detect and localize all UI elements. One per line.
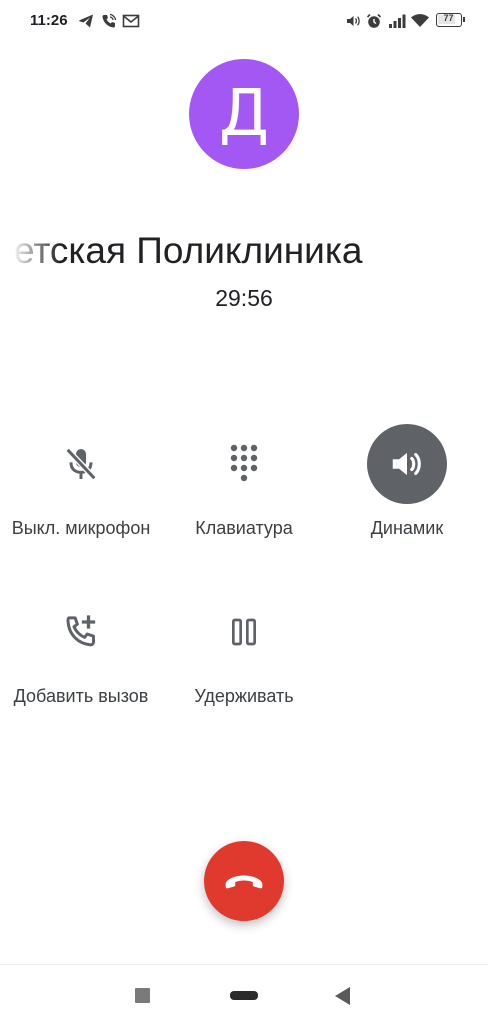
add-call-label: Добавить вызов [13, 686, 149, 706]
avatar-letter: Д [219, 77, 269, 151]
hold-icon-wrap[interactable] [204, 592, 284, 672]
speaker-icon-wrap[interactable] [367, 424, 447, 504]
contact-avatar: Д [189, 59, 299, 169]
speaker-icon [392, 452, 421, 476]
hang-up-icon [225, 875, 263, 889]
call-timer: 29:56 [215, 285, 273, 311]
mute-icon-wrap[interactable] [41, 424, 121, 504]
mute-button[interactable]: Выкл. микрофон [1, 424, 161, 554]
hold-label: Удерживать [194, 686, 294, 706]
mute-label: Выкл. микрофон [11, 518, 151, 538]
navigation-bar [0, 964, 488, 1024]
speaker-button[interactable]: Динамик [327, 424, 487, 554]
recents-button[interactable] [135, 988, 150, 1003]
telegram-icon [79, 14, 93, 28]
pause-icon [232, 618, 256, 646]
battery-level: 77 [443, 13, 454, 23]
mic-off-icon [65, 447, 97, 481]
name-fade-overlay [0, 222, 60, 278]
status-bar: 11:26 77 [0, 0, 488, 40]
speaker-label: Динамик [370, 518, 444, 538]
back-button[interactable] [334, 986, 352, 1006]
dialpad-icon [230, 444, 258, 482]
battery-indicator: 77 [436, 13, 465, 27]
alarm-icon [366, 13, 382, 28]
keypad-label: Клавиатура [195, 518, 293, 538]
end-call-button[interactable] [204, 841, 284, 921]
add-call-button[interactable]: Добавить вызов [1, 592, 161, 722]
contact-name-container: етская Поликлиника [0, 222, 488, 278]
keypad-icon-wrap[interactable] [204, 424, 284, 504]
status-time: 11:26 [30, 12, 68, 29]
volume-icon [347, 16, 360, 26]
keypad-button[interactable]: Клавиатура [164, 424, 324, 554]
signal-icon [389, 14, 406, 28]
home-button[interactable] [230, 991, 258, 1000]
hold-button[interactable]: Удерживать [164, 592, 324, 722]
add-call-icon [66, 615, 96, 647]
mail-icon [122, 14, 140, 28]
wifi-icon [411, 14, 429, 27]
phone-wifi-call-icon [102, 13, 117, 28]
contact-name: етская Поликлиника [14, 230, 363, 271]
add-call-icon-wrap[interactable] [41, 592, 121, 672]
